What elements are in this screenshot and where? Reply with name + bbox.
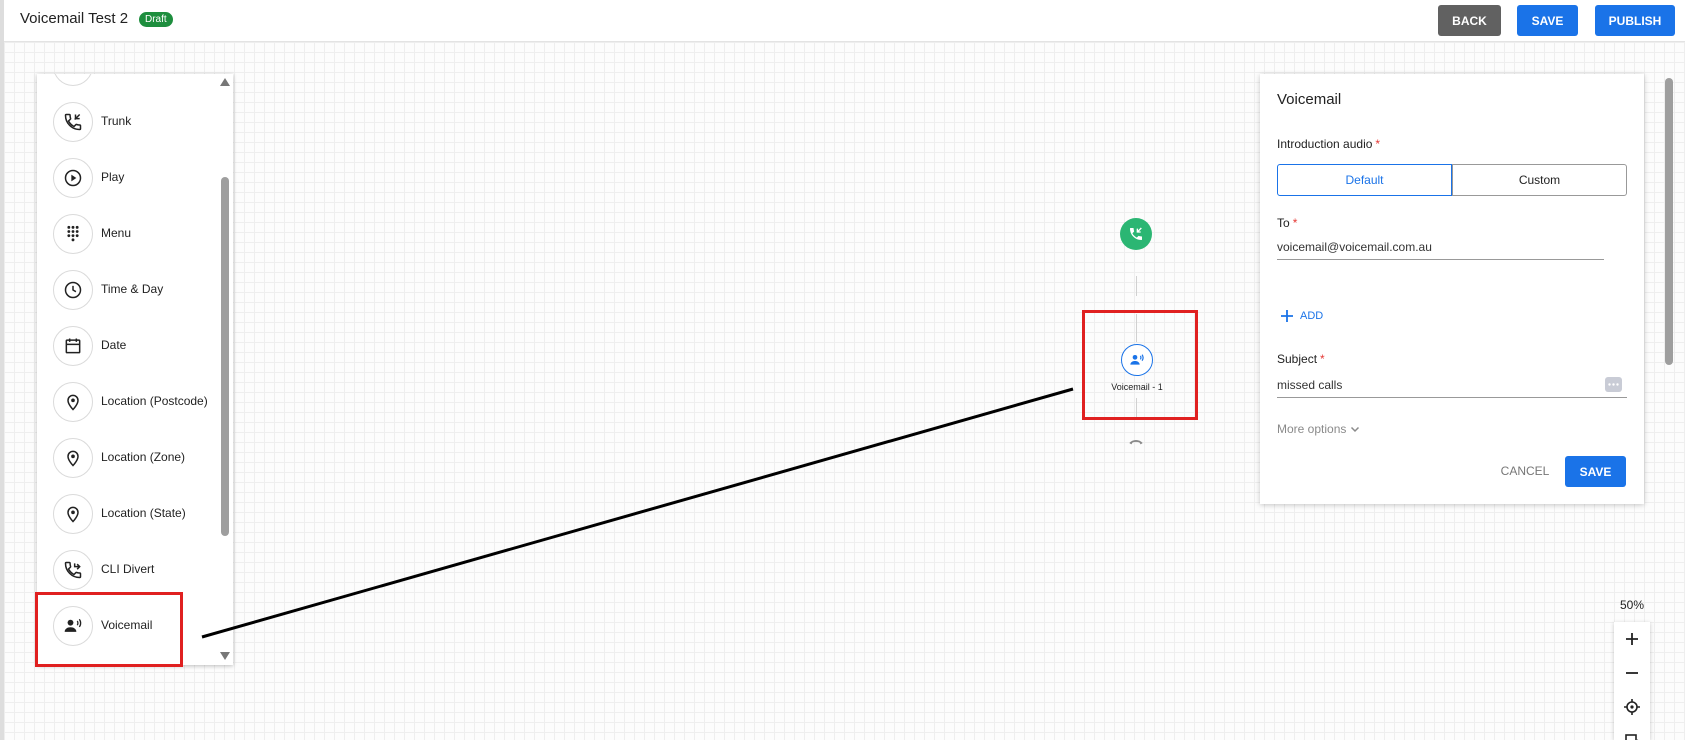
required-mark: * — [1320, 352, 1325, 366]
voicemail-node[interactable] — [1121, 344, 1153, 376]
intro-audio-default-button[interactable]: Default — [1277, 164, 1452, 196]
zoom-level: 50% — [1620, 598, 1645, 612]
subject-input[interactable] — [1277, 372, 1627, 398]
zoom-in-button[interactable] — [1614, 622, 1650, 656]
palette-item-label: Location (State) — [101, 506, 186, 520]
location-pin-icon — [53, 494, 93, 534]
more-options-toggle[interactable]: More options — [1277, 422, 1360, 436]
palette-item-label: Location (Zone) — [101, 450, 186, 464]
palette-item-date[interactable]: Date — [37, 318, 217, 374]
crosshair-icon — [1624, 699, 1640, 715]
voicemail-node-label: Voicemail - 1 — [1111, 382, 1163, 392]
palette-scrollbar-thumb[interactable] — [221, 177, 229, 536]
top-bar: Voicemail Test 2 Draft BACK SAVE PUBLISH — [0, 0, 1685, 42]
intro-audio-toggle: Default Custom — [1277, 164, 1627, 196]
chevron-down-icon — [1351, 426, 1360, 433]
palette-item-menu[interactable]: Menu — [37, 206, 217, 262]
status-badge: Draft — [139, 12, 173, 27]
palette-item-icon-circle — [53, 74, 93, 86]
voicemail-properties-panel: Voicemail Introduction audio * Default Cu… — [1260, 74, 1644, 504]
more-horizontal-icon[interactable] — [1605, 377, 1622, 392]
publish-button[interactable]: PUBLISH — [1595, 5, 1675, 36]
palette-item-partial[interactable] — [37, 74, 217, 94]
flow-connector-line — [1136, 398, 1137, 420]
palette-item-voicemail[interactable]: Voicemail — [37, 598, 217, 654]
clock-icon — [53, 270, 93, 310]
panel-cancel-button[interactable]: CANCEL — [1498, 456, 1552, 486]
panel-title: Voicemail — [1277, 91, 1342, 108]
trunk-icon — [53, 102, 93, 142]
palette-item-trunk[interactable]: Trunk — [37, 94, 217, 150]
intro-audio-custom-button[interactable]: Custom — [1452, 164, 1627, 196]
zoom-out-button[interactable] — [1614, 656, 1650, 690]
subject-label: Subject * — [1277, 352, 1325, 366]
calendar-icon — [53, 326, 93, 366]
palette-item-play[interactable]: Play — [37, 150, 217, 206]
palette-item-label: Voicemail — [101, 618, 153, 632]
palette-item-location-zone[interactable]: Location (Zone) — [37, 430, 217, 486]
palette-item-location-state[interactable]: Location (State) — [37, 486, 217, 542]
palette-item-location-postcode[interactable]: Location (Postcode) — [37, 374, 217, 430]
to-email-input[interactable] — [1277, 234, 1604, 260]
intro-audio-label: Introduction audio * — [1277, 137, 1381, 151]
dialpad-icon — [53, 214, 93, 254]
hangup-icon — [1128, 433, 1144, 451]
required-mark: * — [1292, 216, 1298, 230]
call-forward-icon — [53, 550, 93, 590]
node-palette: Trunk Play Menu Time & Day Date Location… — [37, 74, 233, 665]
minus-icon — [1626, 672, 1638, 674]
save-button[interactable]: SAVE — [1517, 5, 1578, 36]
to-label: To * — [1277, 216, 1298, 230]
plus-icon — [1626, 633, 1638, 645]
plus-icon — [1281, 310, 1293, 322]
palette-item-label: Play — [101, 170, 125, 184]
palette-item-label: Date — [101, 338, 127, 352]
palette-item-label: Location (Postcode) — [101, 394, 208, 408]
back-button[interactable]: BACK — [1438, 5, 1501, 36]
flow-connector-line — [1136, 314, 1137, 342]
palette-item-time-day[interactable]: Time & Day — [37, 262, 217, 318]
palette-item-label: Menu — [101, 226, 132, 240]
location-pin-icon — [53, 438, 93, 478]
palette-item-cli-divert[interactable]: CLI Divert — [37, 542, 217, 598]
palette-item-label: Trunk — [101, 114, 132, 128]
add-recipient-button[interactable]: ADD — [1280, 308, 1323, 324]
flow-title: Voicemail Test 2 — [20, 10, 129, 27]
location-pin-icon — [53, 382, 93, 422]
play-icon — [53, 158, 93, 198]
panel-save-button[interactable]: SAVE — [1565, 456, 1626, 487]
start-call-node[interactable] — [1120, 218, 1152, 250]
scroll-up-arrow-icon[interactable] — [220, 78, 230, 86]
add-label: ADD — [1300, 310, 1324, 322]
export-button[interactable] — [1614, 724, 1650, 740]
required-mark: * — [1375, 137, 1381, 151]
flow-connector-line — [1136, 276, 1137, 296]
palette-item-label: CLI Divert — [101, 562, 155, 576]
panel-scrollbar-thumb[interactable] — [1665, 78, 1673, 365]
recenter-button[interactable] — [1614, 690, 1650, 724]
more-options-label: More options — [1277, 422, 1347, 436]
scroll-down-arrow-icon[interactable] — [220, 652, 230, 660]
voicemail-person-icon — [53, 606, 93, 646]
export-icon — [1625, 734, 1639, 740]
palette-item-label: Time & Day — [101, 282, 164, 296]
zoom-controls — [1614, 622, 1650, 740]
